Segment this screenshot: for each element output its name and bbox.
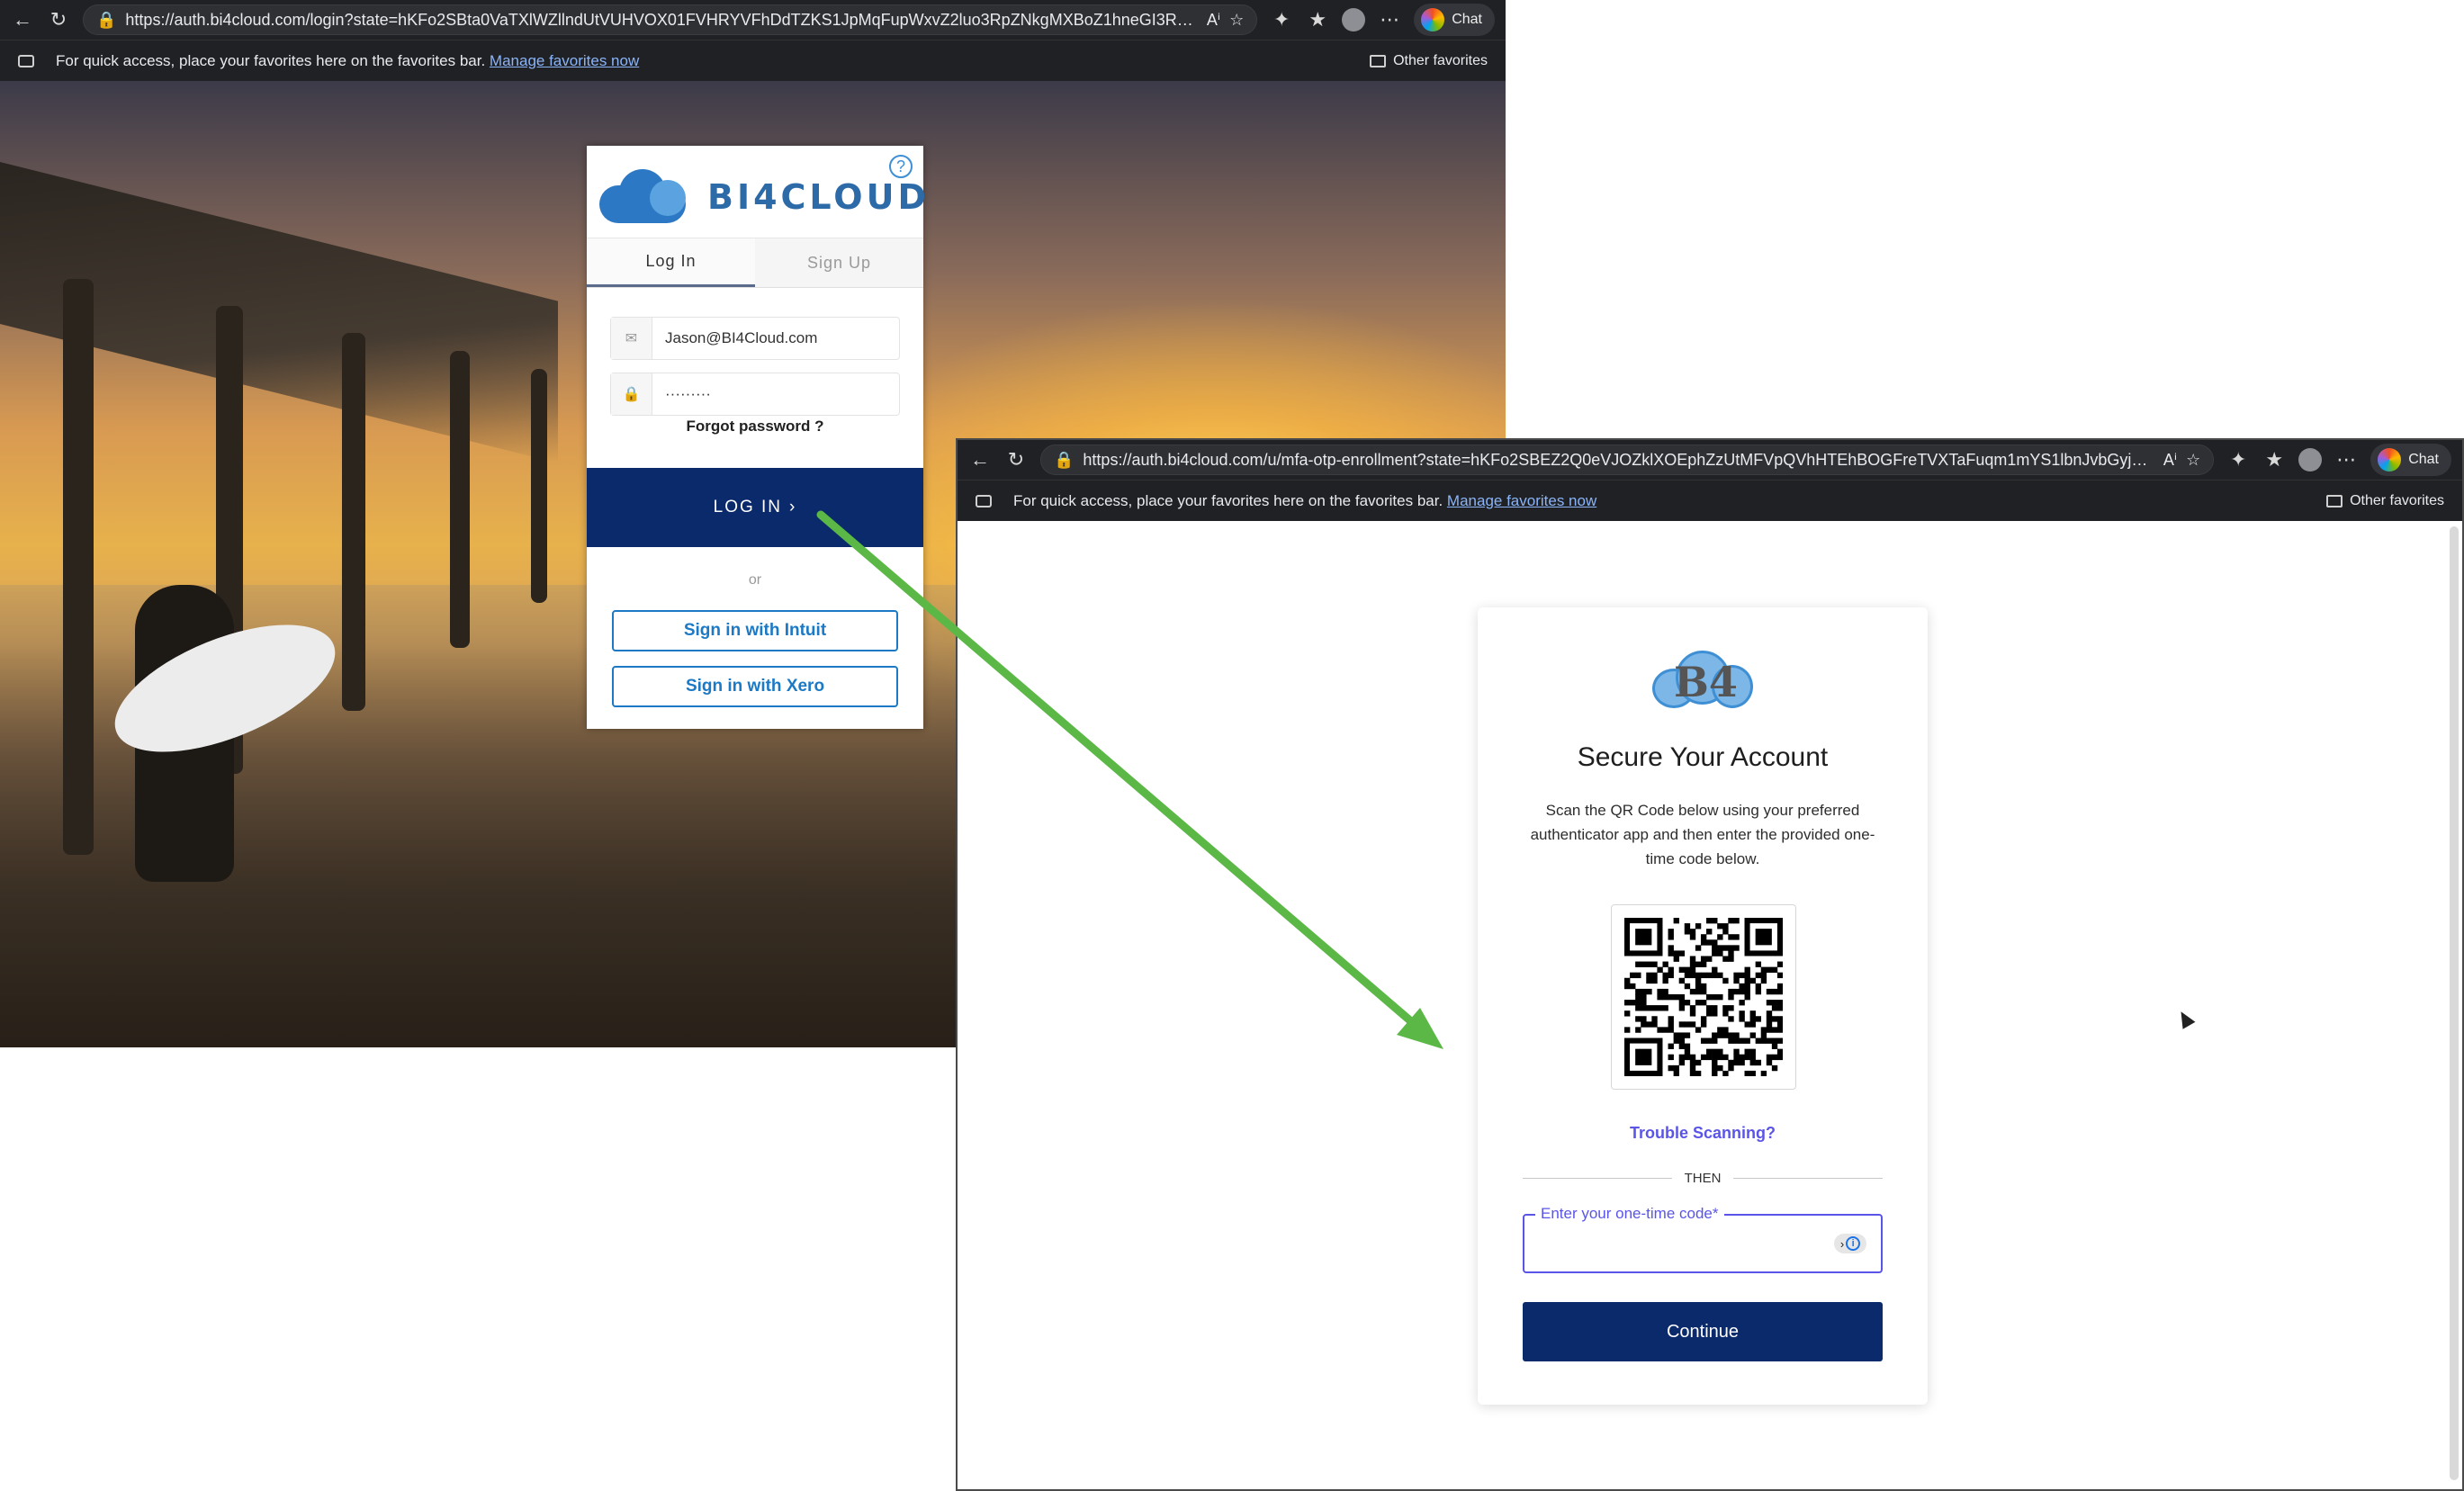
pier-post [342, 333, 365, 711]
log-in-label: LOG IN [713, 498, 783, 516]
read-aloud-icon[interactable]: Aⁱ [2163, 451, 2177, 470]
mfa-browser-window: ← ↻ 🔒 https://auth.bi4cloud.com/u/mfa-ot… [956, 438, 2464, 1491]
copilot-icon [2378, 448, 2402, 472]
favorite-star-icon[interactable]: ☆ [2186, 451, 2200, 470]
copilot-chat-button[interactable]: Chat [2370, 444, 2451, 476]
then-label: THEN [1684, 1171, 1722, 1186]
lock-icon: 🔒 [611, 373, 652, 415]
tab-sign-up[interactable]: Sign Up [755, 238, 923, 287]
address-bar[interactable]: 🔒 https://auth.bi4cloud.com/u/mfa-otp-en… [1040, 445, 2215, 475]
pier-post [450, 351, 470, 648]
other-favorites[interactable]: Other favorites [1370, 53, 1488, 69]
mouse-cursor-icon [2174, 1008, 2196, 1029]
mfa-enrollment-card: B4 Secure Your Account Scan the QR Code … [1478, 607, 1928, 1405]
favorites-bar: For quick access, place your favorites h… [0, 40, 1506, 81]
auth-tabs: Log In Sign Up [587, 238, 923, 288]
brand-logo: BI4CLOUD [599, 164, 930, 230]
mfa-page: B4 Secure Your Account Scan the QR Code … [958, 521, 2462, 1489]
back-arrow-icon[interactable]: ← [968, 448, 992, 472]
manage-favorites-link[interactable]: Manage favorites now [1447, 492, 1596, 509]
continue-button[interactable]: Continue [1523, 1302, 1883, 1361]
qr-instructions: Scan the QR Code below using your prefer… [1530, 802, 1875, 867]
bi4-cloud-logo-icon: B4 [1652, 651, 1753, 710]
favorite-star-icon[interactable]: ☆ [1229, 11, 1244, 30]
email-field[interactable]: ✉ Jason@BI4Cloud.com [610, 317, 900, 360]
qr-code-image [1624, 918, 1783, 1076]
folder-icon [2326, 494, 2343, 507]
address-url: https://auth.bi4cloud.com/login?state=hK… [125, 10, 1198, 29]
lock-icon: 🔒 [1054, 450, 1075, 469]
refresh-icon[interactable]: ↻ [47, 8, 70, 31]
password-field[interactable]: 🔒 ········· [610, 373, 900, 416]
forgot-password-link[interactable]: Forgot password ? [587, 418, 923, 436]
folder-icon [1370, 54, 1387, 67]
tab-log-in[interactable]: Log In [587, 238, 755, 287]
login-card: ? BI4CLOUD Log In Sign Up ✉ Jason@BI4Clo… [587, 146, 926, 729]
back-arrow-icon[interactable]: ← [11, 8, 34, 31]
chevron-right-icon: › [789, 498, 797, 516]
sign-in-xero-button[interactable]: Sign in with Xero [612, 666, 898, 707]
page-title: Secure Your Account [1577, 742, 1829, 772]
lock-icon: 🔒 [96, 10, 117, 29]
favorites-icon[interactable]: ★ [2262, 448, 2286, 472]
favorites-icon[interactable]: ★ [1306, 8, 1329, 31]
browser-toolbar: ← ↻ 🔒 https://auth.bi4cloud.com/login?st… [0, 0, 1506, 40]
one-time-code-label: Enter your one-time code* [1535, 1205, 1724, 1223]
address-url: https://auth.bi4cloud.com/u/mfa-otp-enro… [1083, 450, 2154, 469]
log-in-button[interactable]: LOG IN › [587, 468, 923, 547]
favorites-hint: For quick access, place your favorites h… [1013, 491, 1597, 509]
chat-label: Chat [2408, 452, 2439, 467]
logo-glyph: B4 [1674, 658, 1738, 706]
profile-icon[interactable] [2298, 448, 2323, 472]
chat-label: Chat [1452, 12, 1482, 27]
favorites-bar: For quick access, place your favorites h… [958, 480, 2462, 521]
email-value: Jason@BI4Cloud.com [665, 329, 818, 346]
browser-toolbar: ← ↻ 🔒 https://auth.bi4cloud.com/u/mfa-ot… [958, 440, 2462, 480]
other-favorites[interactable]: Other favorites [2326, 493, 2444, 509]
refresh-icon[interactable]: ↻ [1004, 448, 1028, 472]
favorites-bar-icon [976, 494, 992, 507]
more-icon[interactable]: ⋯ [1378, 8, 1401, 31]
extensions-icon[interactable]: ✦ [2226, 448, 2250, 472]
profile-icon[interactable] [1342, 8, 1366, 31]
extensions-icon[interactable]: ✦ [1270, 8, 1293, 31]
password-manager-icon[interactable]: › i [1834, 1234, 1866, 1253]
trouble-scanning-link[interactable]: Trouble Scanning? [1478, 1124, 1928, 1143]
brand-name: BI4CLOUD [707, 177, 930, 217]
pier-post [531, 369, 547, 603]
copilot-chat-button[interactable]: Chat [1414, 4, 1495, 36]
password-value: ········· [665, 385, 711, 402]
cloud-logo-icon [599, 166, 698, 229]
more-icon[interactable]: ⋯ [2334, 448, 2358, 472]
favorites-bar-icon [18, 54, 34, 67]
pier-post [63, 279, 94, 855]
favorites-hint: For quick access, place your favorites h… [56, 51, 640, 69]
qr-code [1611, 904, 1796, 1090]
manage-favorites-link[interactable]: Manage favorites now [490, 52, 639, 69]
address-bar[interactable]: 🔒 https://auth.bi4cloud.com/login?state=… [83, 4, 1258, 35]
or-divider: or [748, 572, 762, 588]
read-aloud-icon[interactable]: Aⁱ [1207, 11, 1220, 30]
then-divider: THEN [1523, 1171, 1883, 1186]
page-scrollbar[interactable] [2450, 526, 2459, 1480]
one-time-code-input[interactable]: Enter your one-time code* › i [1523, 1205, 1883, 1273]
sign-in-intuit-button[interactable]: Sign in with Intuit [612, 610, 898, 651]
copilot-icon [1421, 8, 1445, 31]
envelope-icon: ✉ [611, 318, 652, 359]
